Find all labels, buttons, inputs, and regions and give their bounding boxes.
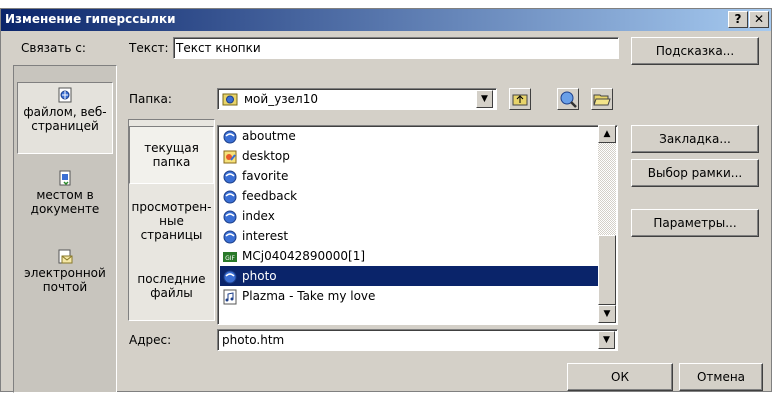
browse-panel: текущая папка просмотрен-ные страницы по… bbox=[128, 119, 215, 321]
browse-file-button[interactable] bbox=[591, 88, 613, 110]
file-list-scrollbar[interactable]: ▲ ▼ bbox=[598, 125, 616, 323]
file-name: favorite bbox=[242, 169, 289, 183]
params-button[interactable]: Параметры... bbox=[631, 209, 759, 237]
scroll-thumb[interactable] bbox=[598, 235, 616, 305]
email-icon bbox=[58, 249, 73, 264]
html-file-icon bbox=[222, 129, 238, 145]
audio-file-icon bbox=[222, 289, 238, 305]
file-name: Plazma - Take my love bbox=[242, 289, 376, 303]
text-input-value: Текст кнопки bbox=[176, 41, 261, 55]
link-to-label: Связать с: bbox=[21, 41, 86, 55]
close-button[interactable]: ✕ bbox=[749, 11, 769, 28]
file-list-item[interactable]: favorite bbox=[220, 166, 600, 186]
html-file-icon bbox=[222, 209, 238, 225]
gif-file-icon: GIF bbox=[222, 249, 238, 265]
html-file-icon bbox=[222, 169, 238, 185]
up-folder-icon bbox=[512, 94, 528, 106]
text-input[interactable]: Текст кнопки bbox=[173, 37, 619, 59]
nav-email-label: электронной почтой bbox=[24, 266, 106, 294]
web-search-button[interactable] bbox=[557, 88, 579, 110]
image-file-icon bbox=[222, 149, 238, 165]
folder-label: Папка: bbox=[129, 92, 172, 106]
file-name: feedback bbox=[242, 189, 298, 203]
address-dropdown-button[interactable]: ▼ bbox=[598, 331, 615, 349]
folder-web-icon bbox=[222, 93, 238, 106]
html-file-icon bbox=[222, 229, 238, 245]
scroll-up-button[interactable]: ▲ bbox=[598, 125, 616, 143]
help-button[interactable]: ? bbox=[728, 11, 748, 28]
ok-button[interactable]: ОК bbox=[567, 363, 673, 391]
nav-place-in-doc[interactable]: местом в документе bbox=[17, 170, 113, 230]
file-name: desktop bbox=[242, 149, 290, 163]
file-list-item[interactable]: photo bbox=[220, 266, 600, 286]
nav-place-in-doc-label: местом в документе bbox=[30, 188, 100, 216]
subnav-recent-files[interactable]: последние файлы bbox=[129, 264, 214, 314]
hyperlink-dialog: Изменение гиперссылки ? ✕ Связать с: Тек… bbox=[0, 8, 772, 393]
file-list-item[interactable]: aboutme bbox=[220, 126, 600, 146]
svg-text:GIF: GIF bbox=[225, 255, 235, 262]
document-place-icon bbox=[59, 170, 71, 186]
file-name: index bbox=[242, 209, 275, 223]
subnav-browsed-pages-label: просмотрен-ные страницы bbox=[131, 200, 212, 242]
file-name: photo bbox=[242, 269, 277, 283]
text-label: Текст: bbox=[129, 41, 169, 55]
file-name: MCj04042890000[1] bbox=[242, 249, 366, 263]
web-page-icon bbox=[58, 87, 72, 103]
file-name: interest bbox=[242, 229, 289, 243]
frame-button[interactable]: Выбор рамки... bbox=[631, 159, 759, 187]
folder-value: мой_узел10 bbox=[244, 92, 318, 106]
folder-select[interactable]: мой_узел10 ▼ bbox=[217, 88, 497, 110]
file-list-item[interactable]: interest bbox=[220, 226, 600, 246]
scroll-down-button[interactable]: ▼ bbox=[598, 305, 616, 323]
address-label: Адрес: bbox=[129, 333, 172, 347]
file-list-item[interactable]: feedback bbox=[220, 186, 600, 206]
subnav-recent-files-label: последние файлы bbox=[137, 272, 206, 300]
html-file-icon bbox=[222, 189, 238, 205]
subnav-current-folder-label: текущая папка bbox=[144, 141, 199, 169]
nav-file-web[interactable]: файлом, веб-страницей bbox=[17, 82, 113, 154]
open-folder-icon bbox=[593, 94, 611, 106]
file-list-item[interactable]: desktop bbox=[220, 146, 600, 166]
dialog-title: Изменение гиперссылки bbox=[5, 12, 176, 26]
nav-email[interactable]: электронной почтой bbox=[17, 248, 113, 308]
folder-dropdown-button[interactable]: ▼ bbox=[476, 90, 493, 108]
bookmark-button[interactable]: Закладка... bbox=[631, 125, 759, 153]
file-list[interactable]: aboutme desktop favorite feedback index inter… bbox=[217, 125, 618, 325]
html-file-icon bbox=[222, 269, 238, 285]
file-list-item[interactable]: index bbox=[220, 206, 600, 226]
address-input[interactable]: photo.htm ▼ bbox=[217, 329, 618, 351]
file-list-item[interactable]: GIF MCj04042890000[1] bbox=[220, 246, 600, 266]
hint-button[interactable]: Подсказка... bbox=[631, 37, 759, 65]
nav-file-web-label: файлом, веб-страницей bbox=[23, 105, 107, 133]
globe-search-icon bbox=[560, 91, 577, 108]
subnav-current-folder[interactable]: текущая папка bbox=[129, 126, 214, 184]
subnav-browsed-pages[interactable]: просмотрен-ные страницы bbox=[129, 198, 214, 254]
file-name: aboutme bbox=[242, 129, 296, 143]
link-to-panel: файлом, веб-страницей местом в документе… bbox=[13, 65, 117, 393]
address-value: photo.htm bbox=[222, 333, 285, 347]
cancel-button[interactable]: Отмена bbox=[679, 363, 763, 391]
file-list-item[interactable]: Plazma - Take my love bbox=[220, 286, 600, 306]
title-bar: Изменение гиперссылки ? ✕ bbox=[1, 9, 771, 31]
up-folder-button[interactable] bbox=[509, 88, 531, 110]
